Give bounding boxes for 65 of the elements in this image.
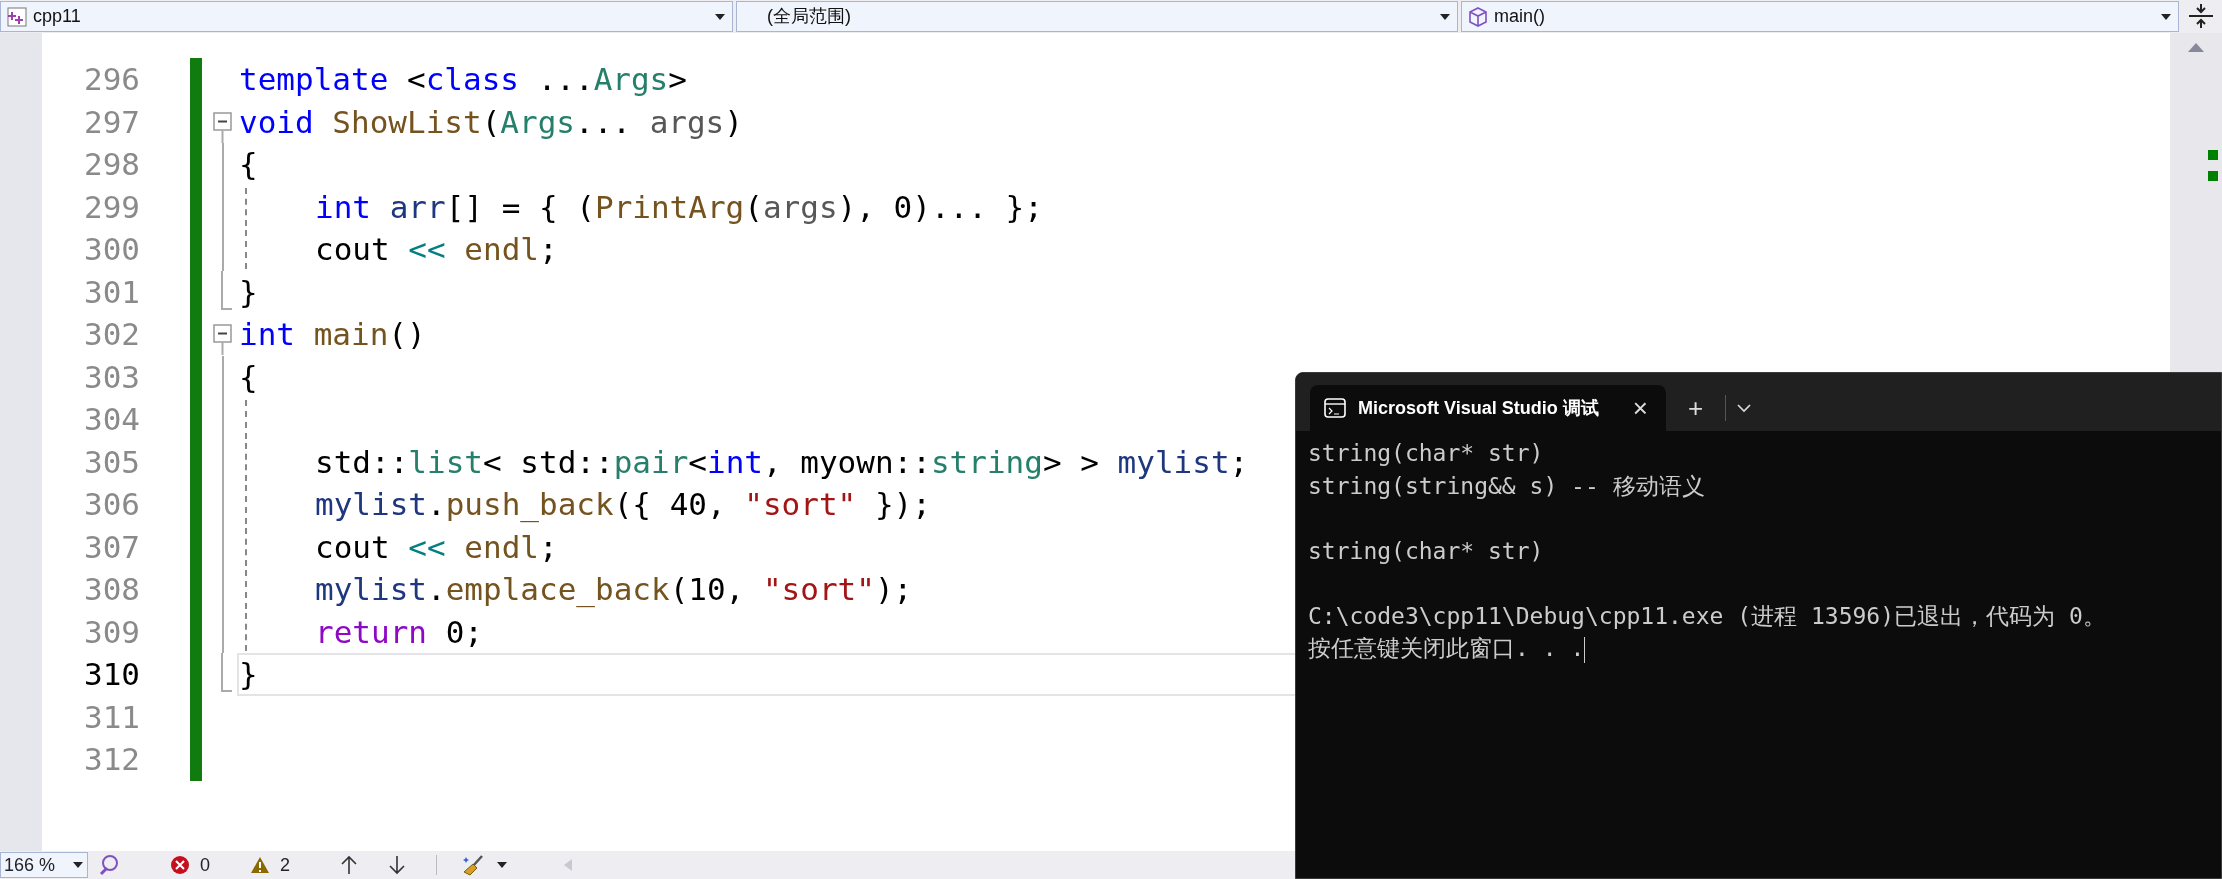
project-dropdown[interactable]: cpp11 xyxy=(0,1,733,32)
code-line: void ShowList(Args... args) xyxy=(239,102,743,142)
code-line: return 0; xyxy=(315,612,483,652)
code-line: int main() xyxy=(239,315,426,354)
line-number: 297 xyxy=(83,102,140,142)
new-tab-button[interactable]: + xyxy=(1676,385,1716,431)
outline-end xyxy=(221,653,232,692)
console-text: string(char* str) xyxy=(1308,537,1544,564)
code-line: template <class ...Args> xyxy=(239,60,687,99)
line-number: 307 xyxy=(83,527,140,567)
scroll-up-icon[interactable] xyxy=(2186,41,2206,53)
warning-count: 2 xyxy=(280,853,291,877)
code-line: } xyxy=(239,272,258,312)
line-number: 308 xyxy=(83,570,140,609)
scope-dropdown[interactable]: (全局范围) xyxy=(736,1,1458,32)
console-icon xyxy=(1324,398,1346,418)
arrow-up-icon[interactable] xyxy=(340,855,359,875)
warning-icon[interactable] xyxy=(250,856,270,874)
code-line: cout << endl; xyxy=(315,230,558,269)
code-line: mylist.push_back({ 40, "sort" }); xyxy=(315,485,931,525)
dropdown-caret-icon xyxy=(1439,12,1451,21)
close-tab-button[interactable]: × xyxy=(1628,388,1652,428)
line-number: 301 xyxy=(83,272,140,312)
dropdown-caret-icon xyxy=(714,12,726,21)
arrow-down-icon[interactable] xyxy=(388,855,407,875)
console-text: 按任意键关闭此窗口. . . xyxy=(1308,635,1585,661)
console-text: C:\code3\cpp11\Debug\cpp11.exe (进程 13596)已退出，代码为 0。 xyxy=(1308,602,2106,629)
outline-end xyxy=(221,270,232,310)
code-line: std::list< std::pair<int, myown::string> > mylist; xyxy=(315,442,1249,482)
line-number: 303 xyxy=(83,357,140,397)
change-mark xyxy=(2208,150,2218,160)
code-line: mylist.emplace_back(10, "sort"); xyxy=(315,570,913,610)
line-number: 306 xyxy=(83,485,140,524)
member-dropdown[interactable]: main() xyxy=(1461,1,2179,32)
tab-title: Microsoft Visual Studio 调试 xyxy=(1358,396,1600,420)
line-number: 310 xyxy=(83,655,140,694)
line-number: 304 xyxy=(83,400,140,439)
line-number: 302 xyxy=(83,315,140,354)
dropdown-caret-icon[interactable] xyxy=(496,861,509,869)
terminal-tab[interactable]: Microsoft Visual Studio 调试 × xyxy=(1310,385,1666,431)
dropdown-caret-icon xyxy=(72,861,84,869)
cube-icon xyxy=(1468,6,1488,27)
line-number: 298 xyxy=(83,145,140,184)
code-line: int arr[] = { (PrintArg(args), 0)... }; xyxy=(315,187,1043,227)
error-count: 0 xyxy=(200,853,210,877)
console-text: string(char* str) xyxy=(1308,440,1544,466)
code-line: { xyxy=(239,145,258,184)
line-number: 305 xyxy=(83,442,140,482)
line-number: 309 xyxy=(83,612,140,652)
line-number: 299 xyxy=(83,187,140,227)
code-line: } xyxy=(239,655,258,694)
console-text: string(string&& s) -- 移动语义 xyxy=(1308,472,1705,499)
code-line: { xyxy=(239,357,258,397)
line-number: 312 xyxy=(83,740,140,779)
dropdown-caret-icon xyxy=(2160,12,2172,21)
split-icon[interactable] xyxy=(2186,1,2216,31)
error-icon[interactable] xyxy=(170,855,190,875)
line-number: 311 xyxy=(83,697,140,737)
code-line: cout << endl; xyxy=(315,527,558,567)
chevron-down-icon[interactable] xyxy=(1736,403,1753,413)
line-number: 296 xyxy=(83,60,140,99)
zoom-dropdown[interactable]: 166 % xyxy=(0,852,88,878)
change-mark xyxy=(2208,171,2218,181)
project-icon xyxy=(7,6,27,27)
line-number: 300 xyxy=(83,230,140,269)
